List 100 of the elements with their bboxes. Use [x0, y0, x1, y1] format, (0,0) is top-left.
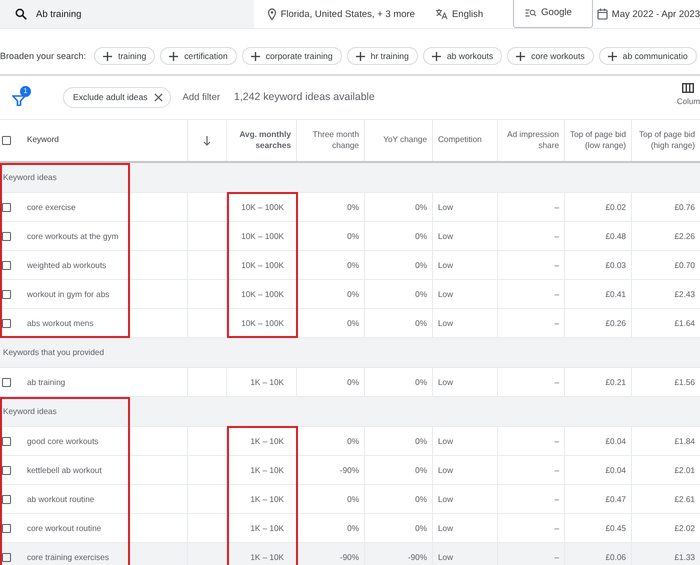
plus-icon	[516, 52, 526, 60]
table-cell: –	[554, 378, 559, 386]
table-cell: 0%	[415, 466, 427, 474]
table-cell: -90%	[340, 552, 359, 562]
row-checkbox[interactable]	[2, 552, 11, 562]
table-cell: 0%	[415, 436, 427, 446]
search-field[interactable]: Ab training	[0, 0, 254, 28]
row-checkbox[interactable]	[2, 290, 11, 298]
table-cell: £1.56	[674, 378, 695, 386]
table-row[interactable]: core workout routine 1K – 10K 0% 0% Low – £0.45 £2.02	[0, 514, 700, 543]
table-cell: –	[554, 524, 559, 532]
suggestion-chip[interactable]: training	[94, 47, 156, 65]
table-cell: £0.41	[606, 290, 626, 298]
table-row[interactable]: ab training 1K – 10K 0% 0% Low – £0.21 £1.56	[0, 368, 700, 397]
table-cell: –	[554, 202, 559, 212]
table-cell: £2.43	[674, 290, 695, 298]
row-checkbox[interactable]	[2, 436, 11, 446]
suggestion-chip[interactable]: certification	[160, 47, 237, 65]
keyword-cell: core workouts at the gym	[27, 232, 118, 240]
table-row[interactable]: kettlebell ab workout 1K – 10K -90% 0% Low – £0.04 £2.01	[0, 456, 700, 485]
table-cell: 0%	[415, 202, 427, 212]
table-row[interactable]: core workouts at the gym 10K – 100K 0% 0% Low – £0.48 £2.26	[0, 222, 700, 251]
filter-chip[interactable]: Exclude adult ideas	[63, 86, 171, 108]
filter-icon	[12, 94, 26, 106]
table-cell: £0.26	[606, 318, 626, 328]
language-selector[interactable]: English	[434, 8, 484, 20]
broaden-label: Broaden your search:	[0, 51, 86, 61]
table-cell: 0%	[347, 318, 359, 328]
sort-arrow-icon[interactable]	[203, 136, 211, 146]
table-cell: 10K – 100K	[241, 260, 284, 270]
table-cell: –	[554, 232, 559, 240]
table-row[interactable]: good core workouts 1K – 10K 0% 0% Low – £0.04 £1.84	[0, 427, 700, 456]
table-cell: 0%	[415, 232, 427, 240]
table-row[interactable]: core training exercises 1K – 10K -90% -90% Low – £0.06 £1.33	[0, 543, 700, 565]
table-cell: Low	[438, 232, 454, 240]
keyword-cell: core workout routine	[27, 524, 102, 532]
keyword-count-text: 1,242 keyword ideas available	[234, 91, 375, 103]
column-header[interactable]: Keyword	[27, 135, 59, 146]
column-header[interactable]: Avg. monthly searches	[232, 130, 291, 152]
group-label: Keyword ideas	[3, 173, 57, 182]
table-cell: 0%	[415, 524, 427, 532]
search-input[interactable]: Ab training	[36, 8, 236, 20]
column-header[interactable]: Ad impression share	[503, 130, 559, 152]
suggestion-chip[interactable]: hr training	[346, 47, 418, 65]
row-checkbox[interactable]	[2, 466, 11, 474]
table-row[interactable]: ab workout routine 1K – 10K 0% 0% Low – £0.47 £2.61	[0, 485, 700, 514]
search-icon	[14, 7, 28, 21]
table-row[interactable]: weighted ab workouts 10K – 100K 0% 0% Low – £0.03 £0.70	[0, 251, 700, 280]
table-cell: £0.21	[606, 378, 626, 386]
add-filter-button[interactable]: Add filter	[182, 92, 220, 102]
table-cell: £0.04	[606, 466, 626, 474]
table-cell: £1.64	[674, 318, 695, 328]
table-cell: £0.70	[674, 260, 695, 270]
columns-button[interactable]: Colum	[676, 83, 700, 106]
row-checkbox[interactable]	[2, 202, 11, 212]
plus-icon	[169, 52, 178, 60]
location-selector[interactable]: Florida, United States, + 3 more	[266, 8, 415, 20]
table-cell: £0.02	[606, 202, 626, 212]
network-selector[interactable]: Google	[513, 0, 593, 28]
table-cell: -90%	[340, 466, 359, 474]
select-all-checkbox[interactable]	[2, 136, 11, 145]
column-header[interactable]: Competition	[438, 135, 482, 146]
row-checkbox[interactable]	[2, 494, 11, 504]
keyword-cell: abs workout mens	[27, 318, 94, 328]
column-header[interactable]: YoY change	[383, 135, 427, 146]
keyword-cell: core training exercises	[27, 552, 109, 562]
table-row[interactable]: workout in gym for abs 10K – 100K 0% 0% Low – £0.41 £2.43	[0, 280, 700, 309]
table-cell: Low	[438, 290, 454, 298]
row-checkbox[interactable]	[2, 232, 11, 240]
column-header[interactable]: Three month change	[302, 130, 359, 152]
date-range-selector[interactable]: May 2022 - Apr 2023	[596, 8, 700, 20]
table-cell: Low	[438, 318, 454, 328]
row-checkbox[interactable]	[2, 378, 11, 386]
row-checkbox[interactable]	[2, 318, 11, 328]
table-cell: £1.33	[674, 552, 695, 562]
row-checkbox[interactable]	[2, 260, 11, 270]
table-cell: –	[554, 318, 559, 328]
table-cell: –	[554, 260, 559, 270]
plus-icon	[250, 52, 260, 60]
table-cell: 1K – 10K	[250, 466, 284, 474]
table-cell: £0.47	[606, 494, 626, 504]
table-cell: Low	[438, 466, 454, 474]
table-cell: £0.04	[606, 436, 626, 446]
suggestion-chip[interactable]: core workouts	[507, 47, 594, 65]
keyword-cell: ab workout routine	[27, 494, 94, 504]
keyword-cell: good core workouts	[27, 436, 98, 446]
suggestion-chip[interactable]: ab workouts	[422, 47, 502, 65]
column-header[interactable]: Top of page bid (low range)	[570, 130, 626, 152]
plus-icon	[432, 52, 441, 60]
table-cell: -90%	[408, 552, 427, 562]
close-icon[interactable]	[154, 92, 163, 102]
row-checkbox[interactable]	[2, 524, 11, 532]
table-row[interactable]: abs workout mens 10K – 100K 0% 0% Low – £0.26 £1.64	[0, 309, 700, 338]
suggestion-chip[interactable]: ab communicatio	[598, 47, 697, 65]
table-row[interactable]: core exercise 10K – 100K 0% 0% Low – £0.02 £0.76	[0, 193, 700, 222]
column-header[interactable]: Top of page bid (high range)	[637, 130, 695, 152]
table-cell: £0.48	[606, 232, 626, 240]
suggestion-chip[interactable]: corporate training	[242, 47, 342, 65]
table-cell: 0%	[415, 290, 427, 298]
table-cell: £2.01	[674, 466, 695, 474]
